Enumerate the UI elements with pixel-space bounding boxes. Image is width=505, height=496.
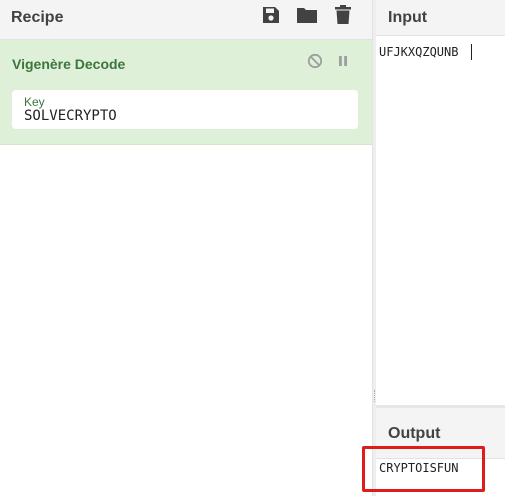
operation-vigenere-decode[interactable]: Vigenère Decode Key (0, 40, 372, 145)
input-textarea[interactable]: UFJKXQZQUNB (379, 45, 504, 59)
key-input[interactable] (24, 108, 344, 124)
recipe-pane: Recipe Vigenère Decode Key SOLVECRYPTO (0, 0, 372, 496)
text-caret (471, 44, 472, 60)
output-highlight-box (362, 446, 485, 492)
operation-controls (307, 53, 351, 69)
folder-icon[interactable] (296, 4, 318, 26)
input-pane: Input UFJKXQZQUNB (376, 0, 505, 405)
disable-icon[interactable] (307, 53, 323, 69)
save-icon[interactable] (260, 4, 282, 26)
key-label: Key (24, 95, 45, 109)
input-title: Input (388, 9, 428, 26)
pause-icon[interactable] (335, 53, 351, 69)
recipe-toolbar (260, 4, 354, 26)
recipe-header: Recipe (0, 0, 372, 40)
operation-title: Vigenère Decode (12, 56, 126, 72)
key-argument: Key (12, 90, 358, 129)
recipe-title: Recipe (11, 9, 64, 26)
trash-icon[interactable] (332, 4, 354, 26)
input-header: Input (376, 0, 505, 36)
cyberchef-app: Recipe Vigenère Decode Key SOLVECRYPTO I… (0, 0, 505, 496)
output-title: Output (388, 425, 441, 442)
